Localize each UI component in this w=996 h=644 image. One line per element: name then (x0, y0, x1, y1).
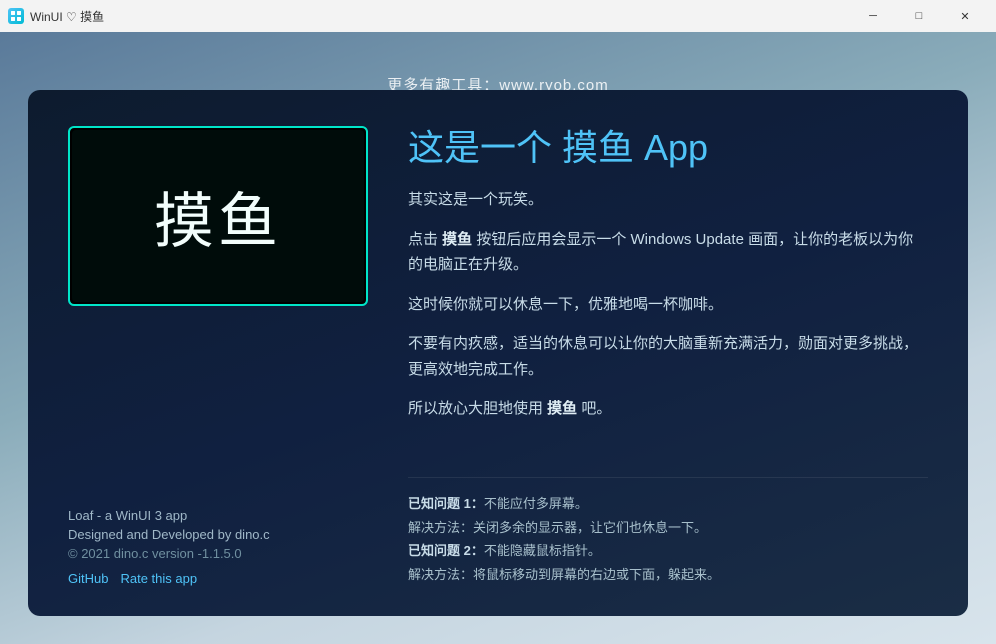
issue-2-label: 已知问题 2：不能隐藏鼠标指针。 (408, 539, 928, 562)
left-panel: 摸鱼 Loaf - a WinUI 3 app Designed and Dev… (68, 126, 368, 586)
maximize-button[interactable]: □ (896, 0, 942, 32)
issue-1-bold: 已知问题 1： (408, 496, 484, 511)
bold-moyu-1: 摸鱼 (442, 231, 472, 248)
desc-para-5: 所以放心大胆地使用 摸鱼 吧。 (408, 396, 928, 422)
rate-link[interactable]: Rate this app (120, 571, 197, 586)
links-row: GitHub Rate this app (68, 571, 368, 586)
app-icon (8, 8, 24, 24)
github-link[interactable]: GitHub (68, 571, 108, 586)
desc-para-2: 点击 摸鱼 按钮后应用会显示一个 Windows Update 画面，让你的老板… (408, 227, 928, 278)
description-block: 其实这是一个玩笑。 点击 摸鱼 按钮后应用会显示一个 Windows Updat… (408, 187, 928, 461)
issue-1-solution: 解决方法：关闭多余的显示器，让它们也休息一下。 (408, 516, 928, 539)
main-card: 摸鱼 Loaf - a WinUI 3 app Designed and Dev… (28, 90, 968, 616)
desc-para-3: 这时候你就可以休息一下，优雅地喝一杯咖啡。 (408, 292, 928, 318)
app-title-bar-text: WinUI ♡ 摸鱼 (30, 8, 104, 25)
app-name-line: Loaf - a WinUI 3 app (68, 508, 368, 523)
app-logo-text: 摸鱼 (154, 173, 282, 260)
issues-block: 已知问题 1：不能应付多屏幕。 解决方法：关闭多余的显示器，让它们也休息一下。 … (408, 477, 928, 586)
bold-moyu-2: 摸鱼 (547, 400, 577, 417)
copyright-line: © 2021 dino.c version -1.1.5.0 (68, 546, 368, 561)
close-button[interactable]: ✕ (942, 0, 988, 32)
bottom-info: Loaf - a WinUI 3 app Designed and Develo… (68, 508, 368, 586)
title-bar: WinUI ♡ 摸鱼 ─ □ ✕ (0, 0, 996, 32)
issue-2-bold: 已知问题 2： (408, 543, 484, 558)
desc-para-4: 不要有内疚感，适当的休息可以让你的大脑重新充满活力，勋面对更多挑战，更高效地完成… (408, 331, 928, 382)
window-controls: ─ □ ✕ (850, 0, 988, 32)
app-logo-box: 摸鱼 (68, 126, 368, 306)
title-bar-left: WinUI ♡ 摸鱼 (8, 8, 104, 25)
card-body: 摸鱼 Loaf - a WinUI 3 app Designed and Dev… (68, 126, 928, 586)
issue-2-solution: 解决方法：将鼠标移动到屏幕的右边或下面，躲起来。 (408, 563, 928, 586)
issue-1-label: 已知问题 1：不能应付多屏幕。 (408, 492, 928, 515)
right-panel: 这是一个 摸鱼 App 其实这是一个玩笑。 点击 摸鱼 按钮后应用会显示一个 W… (408, 126, 928, 586)
developer-line: Designed and Developed by dino.c (68, 527, 368, 542)
minimize-button[interactable]: ─ (850, 0, 896, 32)
app-main-title: 这是一个 摸鱼 App (408, 126, 928, 169)
desc-para-1: 其实这是一个玩笑。 (408, 187, 928, 213)
